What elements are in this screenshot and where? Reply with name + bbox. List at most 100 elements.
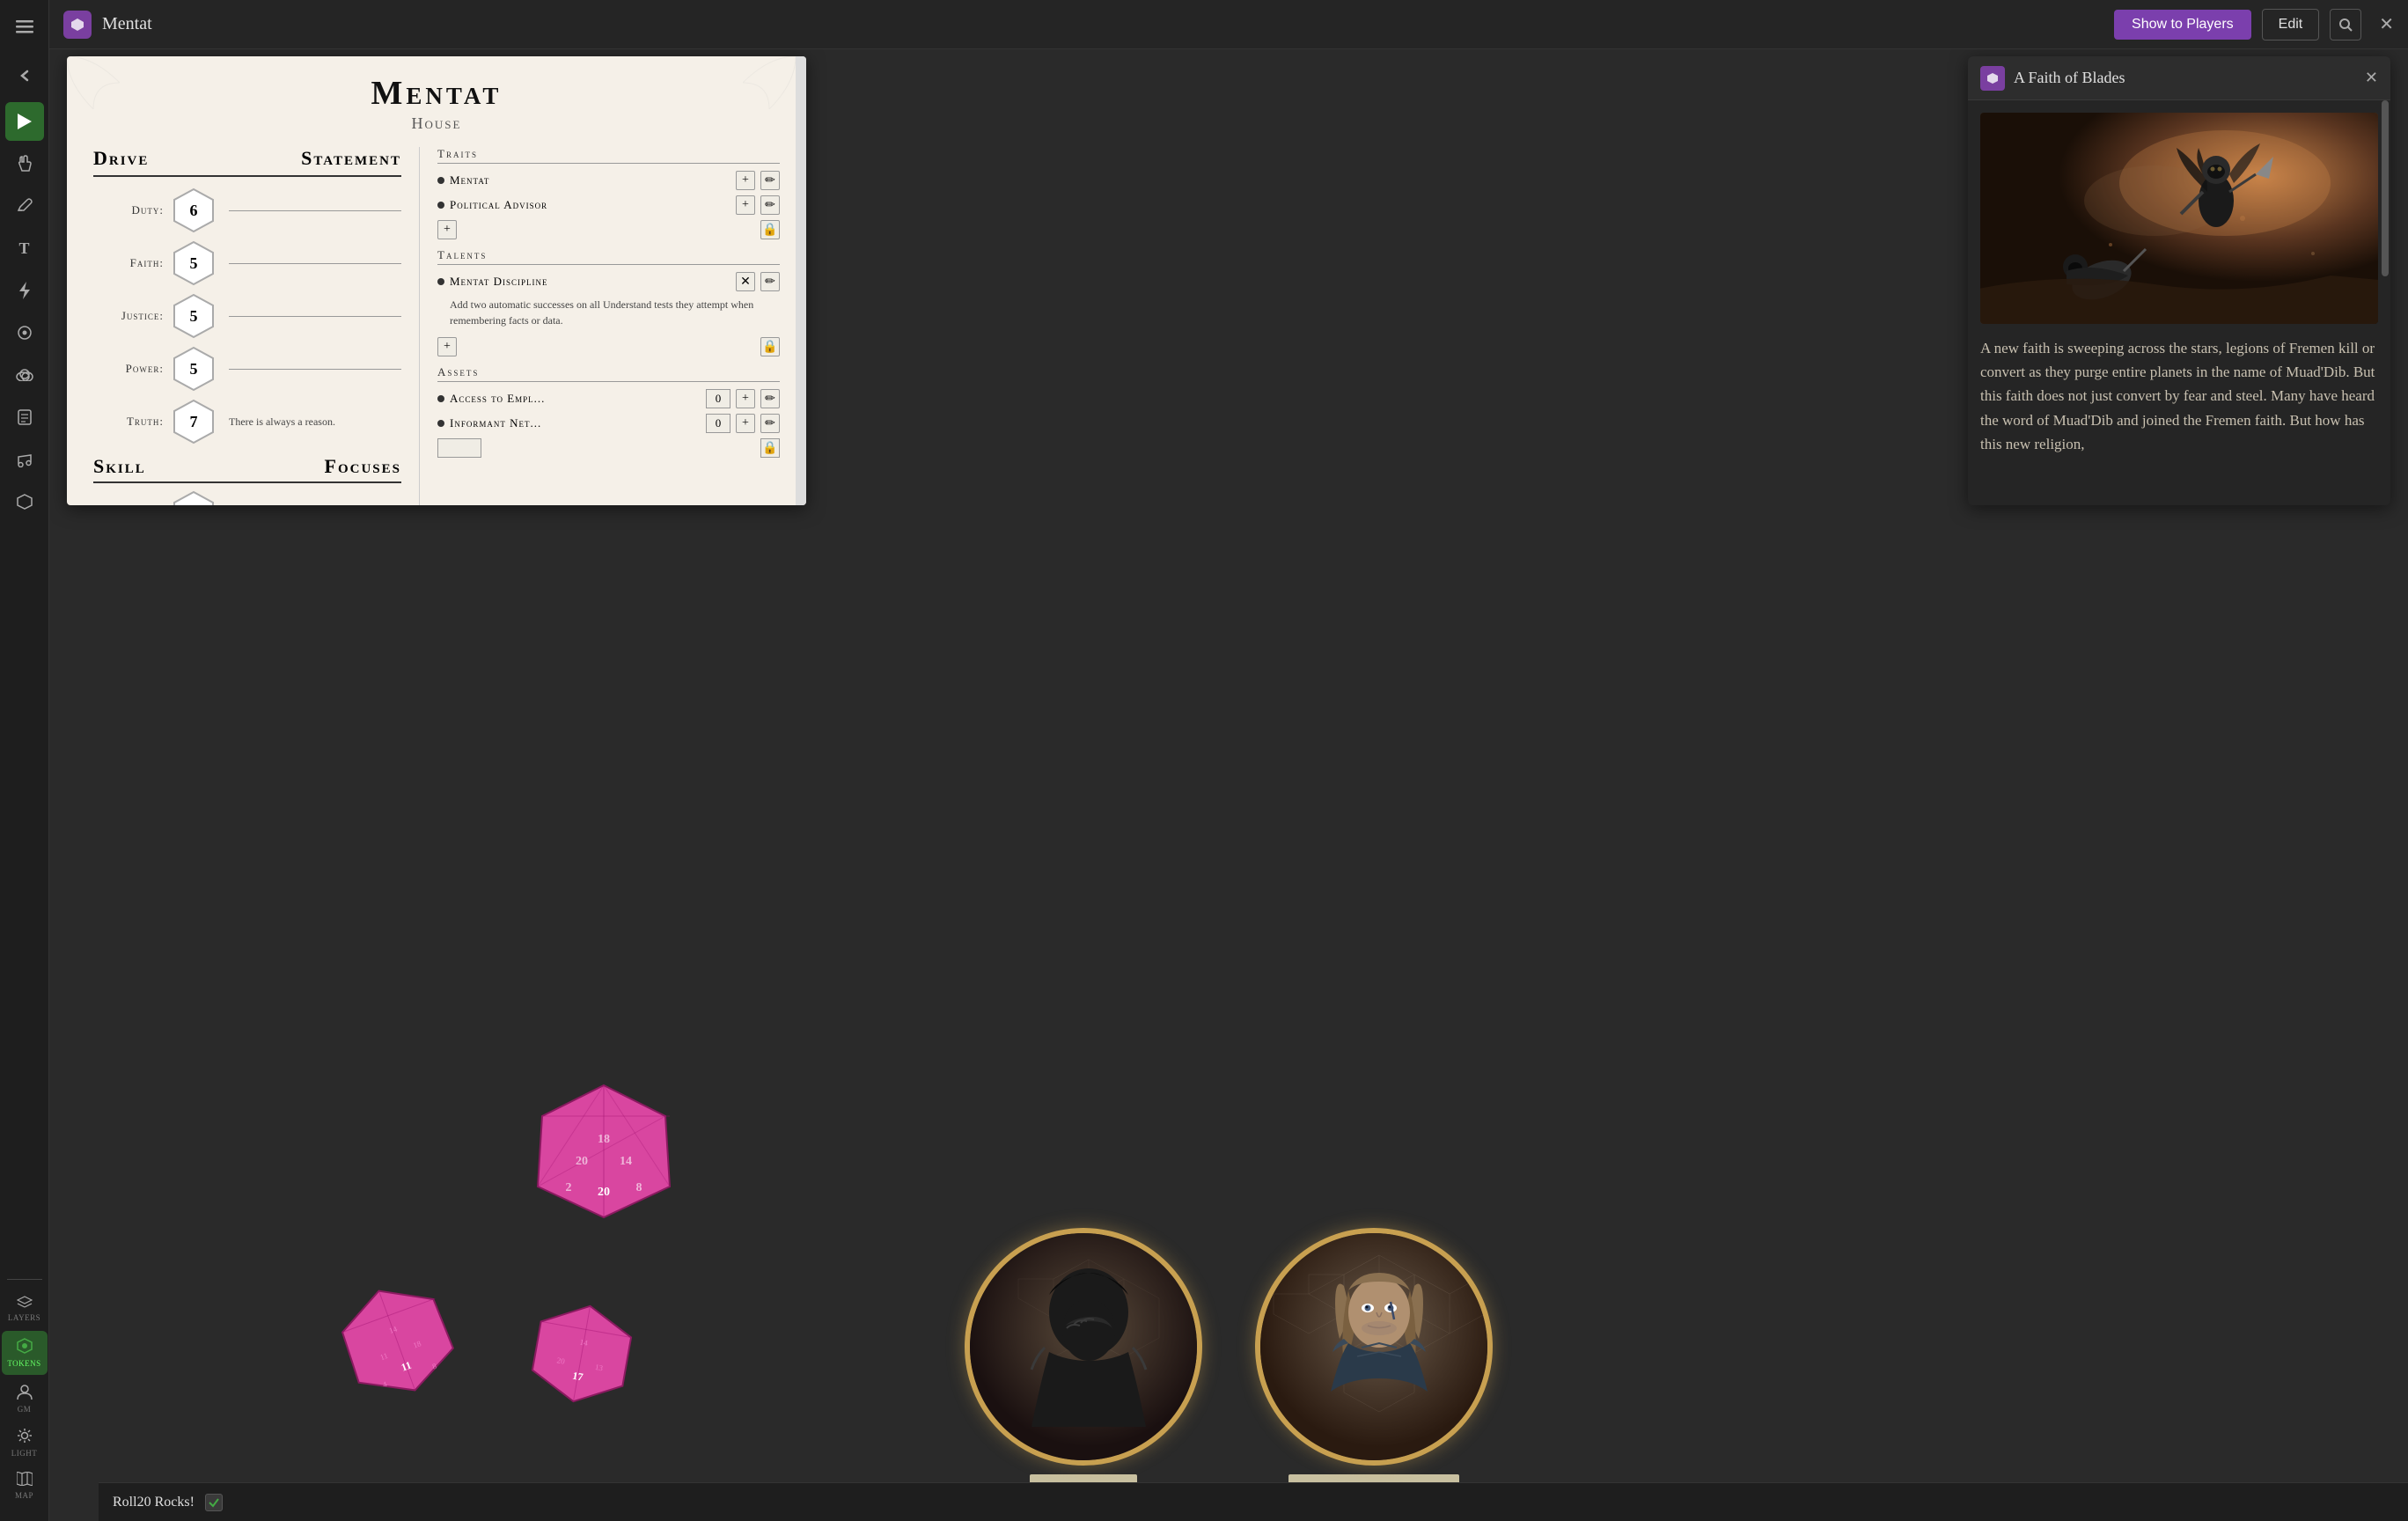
faith-scrollbar[interactable] [2382, 100, 2389, 276]
justice-line [229, 316, 401, 317]
faith-panel-title: A Faith of Blades [2014, 69, 2356, 87]
roll20-text: Roll20 Rocks! [113, 1495, 195, 1510]
truth-statement: There is always a reason. [229, 415, 335, 429]
faith-panel-icon [1980, 66, 2005, 91]
asset-name-access: Access to Empl... [450, 392, 701, 406]
die-d20-large[interactable]: 18 20 14 2 20 8 [533, 1081, 674, 1222]
focuses-label: Focuses [325, 455, 401, 478]
duty-badge[interactable]: 6 [171, 187, 217, 233]
faith-line [229, 263, 401, 264]
die-d20-medium[interactable]: 14 20 13 17 [520, 1292, 642, 1414]
justice-badge[interactable]: 5 [171, 293, 217, 339]
battle-value: 5 [190, 504, 198, 506]
drive-statement-header: Drive Statement [93, 147, 401, 177]
sheet-title: Mentat [93, 74, 780, 113]
sidebar-item-jukebox[interactable] [5, 440, 44, 479]
show-to-players-button[interactable]: Show to Players [2114, 10, 2251, 40]
statement-label: Statement [301, 147, 401, 170]
trait-add-mentat[interactable]: + [736, 171, 755, 190]
drive-label: Drive [93, 147, 149, 170]
add-trait-button[interactable]: + [437, 220, 457, 239]
main-area: Mentat Show to Players Edit ✕ Mentat Hou… [49, 0, 2408, 1521]
faith-text-content: A new faith is sweeping across the stars… [1980, 336, 2378, 456]
sidebar-item-light[interactable]: Light [2, 1422, 48, 1463]
faith-badge[interactable]: 5 [171, 240, 217, 286]
drive-row-justice: Justice: 5 [93, 293, 401, 339]
talent-edit-mentat[interactable]: ✏ [760, 272, 780, 291]
svg-text:20: 20 [598, 1186, 610, 1199]
sidebar-item-hand[interactable] [5, 144, 44, 183]
sidebar-item-dice[interactable] [5, 482, 44, 521]
trait-edit-mentat[interactable]: ✏ [760, 171, 780, 190]
duty-value: 6 [190, 202, 198, 220]
asset-dot-informant [437, 420, 444, 427]
trait-add-political[interactable]: + [736, 195, 755, 215]
sidebar-item-collapse[interactable] [5, 56, 44, 95]
faith-value: 5 [190, 254, 198, 273]
justice-value: 5 [190, 307, 198, 326]
sidebar-item-text[interactable]: T [5, 229, 44, 268]
trait-dot-mentat [437, 177, 444, 184]
faith-illustration [1980, 113, 2378, 324]
talent-remove-mentat[interactable]: ✕ [736, 272, 755, 291]
svg-text:18: 18 [598, 1133, 610, 1146]
sidebar-item-lightning[interactable] [5, 271, 44, 310]
sidebar-item-notes[interactable] [5, 398, 44, 437]
trait-dot-political [437, 202, 444, 209]
edit-button[interactable]: Edit [2262, 9, 2320, 40]
asset-lock-extra[interactable]: 🔒 [760, 438, 780, 458]
sidebar-item-menu[interactable] [5, 7, 44, 46]
token-fremen-container: Fremen Warrior [1255, 1228, 1493, 1503]
truth-badge[interactable]: 7 [171, 399, 217, 445]
search-button[interactable] [2330, 9, 2361, 40]
asset-value-access: 0 [706, 389, 730, 408]
sidebar-item-map[interactable]: Map [2, 1466, 48, 1505]
asset-edit-access[interactable]: ✏ [760, 389, 780, 408]
talent-add-row: + 🔒 [437, 337, 780, 356]
svg-text:14: 14 [620, 1155, 632, 1168]
asset-edit-informant[interactable]: ✏ [760, 414, 780, 433]
skill-row-battle: ● Battle: 5 [93, 490, 401, 505]
sidebar-item-cloud[interactable] [5, 356, 44, 394]
mentat-close-button[interactable]: ✕ [2379, 13, 2394, 35]
sidebar-item-layers[interactable]: Layers [2, 1290, 48, 1327]
add-talent-button[interactable]: + [437, 337, 457, 356]
svg-text:20: 20 [576, 1155, 588, 1168]
sidebar-item-tools[interactable] [5, 313, 44, 352]
skill-focuses-header: Skill Focuses [93, 455, 401, 483]
faith-label: Faith: [93, 256, 164, 270]
asset-add-access[interactable]: + [736, 389, 755, 408]
tokens-label: Tokens [5, 1359, 44, 1368]
die-d20-small-left[interactable]: 14 11 18 11 4 8 [324, 1268, 471, 1414]
trait-edit-political[interactable]: ✏ [760, 195, 780, 215]
lock-talent-button[interactable]: 🔒 [760, 337, 780, 356]
skill-label: Skill [93, 455, 146, 478]
asset-extra-row: 🔒 [437, 438, 780, 458]
battle-badge[interactable]: 5 [171, 490, 217, 505]
token-fremen-warrior[interactable] [1255, 1228, 1493, 1466]
token-assassin[interactable] [965, 1228, 1202, 1466]
power-label: Power: [93, 362, 164, 376]
trait-row-mentat: Mentat + ✏ [437, 171, 780, 190]
power-badge[interactable]: 5 [171, 346, 217, 392]
talent-row-mentat: Mentat Discipline ✕ ✏ [437, 272, 780, 291]
sidebar-item-gm[interactable]: GM [2, 1378, 48, 1419]
sidebar-item-tokens[interactable]: Tokens [2, 1331, 48, 1375]
asset-name-informant: Informant Net... [450, 416, 701, 430]
duty-label: Duty: [93, 203, 164, 217]
faith-close-button[interactable]: ✕ [2365, 69, 2378, 87]
lock-trait-button[interactable]: 🔒 [760, 220, 780, 239]
mentat-title: Mentat [102, 14, 2103, 34]
character-sheet-panel: Mentat House Drive Statement Duty: [67, 56, 806, 505]
asset-add-informant[interactable]: + [736, 414, 755, 433]
sidebar-item-play[interactable] [5, 102, 44, 141]
roll20-checkbox[interactable] [205, 1494, 223, 1511]
sidebar: T Layers Tokens GM Light [0, 0, 49, 1521]
traits-header: Traits [437, 147, 780, 164]
trait-add-row: + 🔒 [437, 220, 780, 239]
sidebar-item-pencil[interactable] [5, 187, 44, 225]
roll20-bar: Roll20 Rocks! [99, 1482, 2408, 1521]
faith-topbar: A Faith of Blades ✕ [1968, 56, 2390, 100]
sheet-scrollbar[interactable] [796, 56, 806, 505]
tokens-area: 18 20 14 2 20 8 14 11 18 11 4 8 [49, 1187, 2408, 1521]
